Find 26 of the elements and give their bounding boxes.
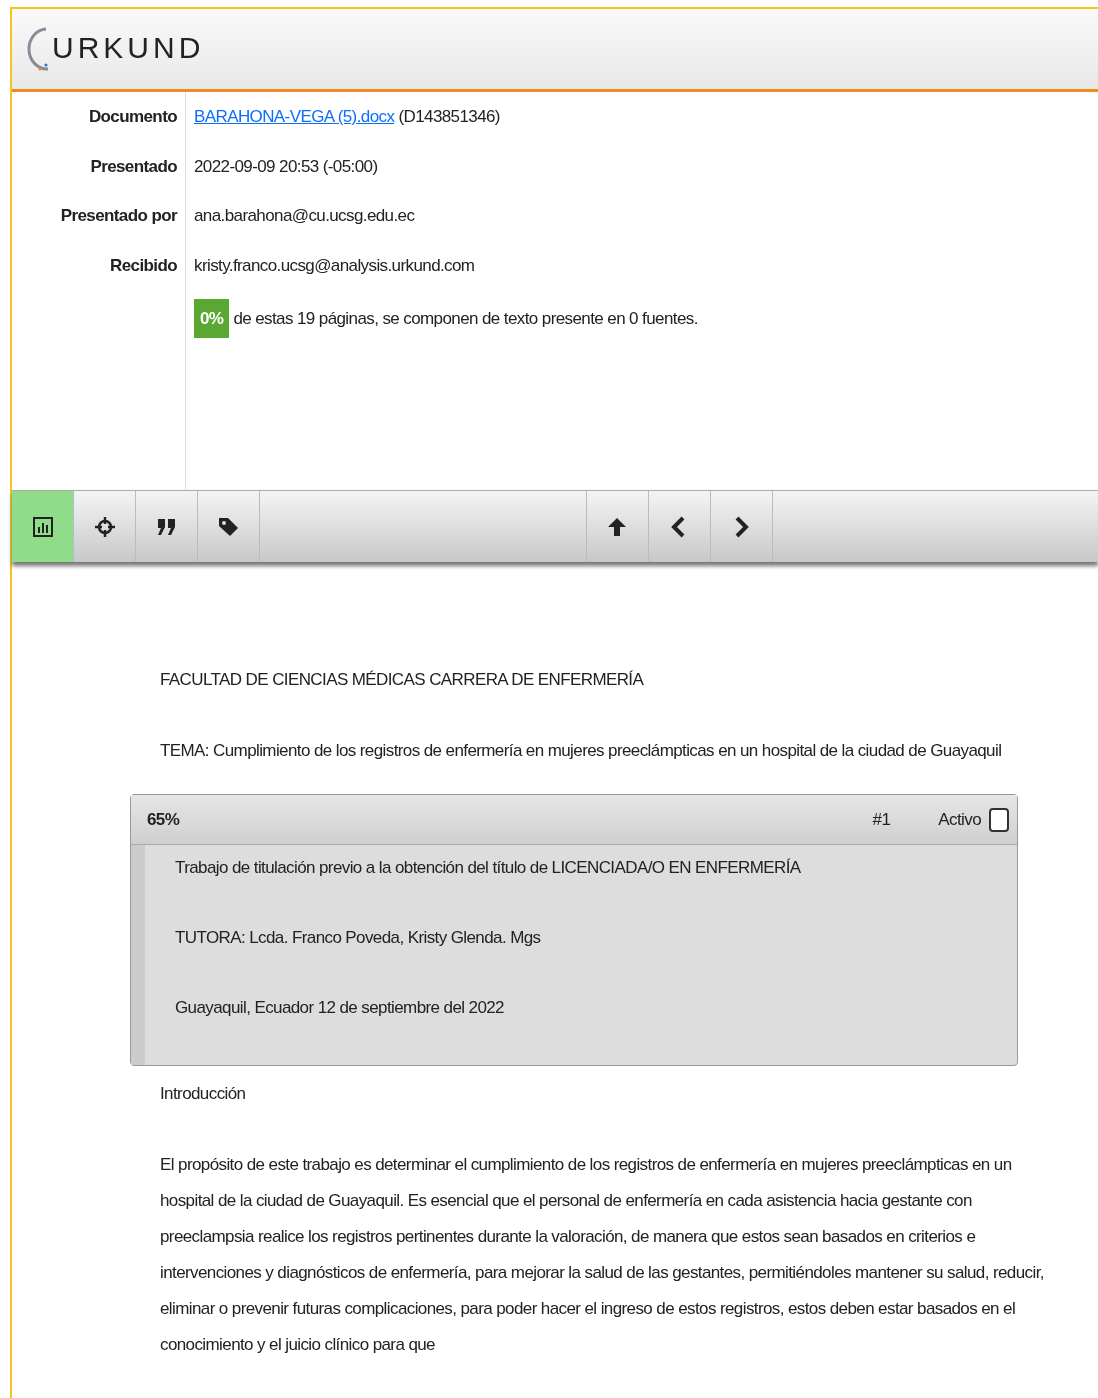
matched-text: TUTORA: Lcda. Franco Poveda, Kristy Glenda. Mgs <box>175 927 542 949</box>
paragraph: Introducción <box>160 1083 247 1105</box>
crosshair-icon <box>92 514 117 539</box>
field-value: ana.barahona@cu.ucsg.edu.ec <box>194 206 415 225</box>
matched-text: Guayaquil, Ecuador 12 de septiembre del 2022 <box>175 997 505 1019</box>
toolbar-button[interactable] <box>12 491 74 562</box>
paragraph: El propósito de este trabajo es determinar el cumplimiento de los registros de enfermería en mujeres preeclámpticas en un hospital de la ciudad de Guayaquil. Es esencial que el personal de enfermería en cada asistencia hacia gestante con preeclampsia realice los registros pertinentes durante la valoración, de manera que estos sean basados en criterios e intervenciones y diagnósticos de enfermería, para mejorar la salud de las gestantes, permitiéndoles mantener su salud, reducir, eliminar o prevenir futuras complicaciones, para poder hacer el ingreso de estos registros, estos deben estar basados en el conocimiento y el juicio clínico para que <box>160 1154 1045 1356</box>
field-value: kristy.franco.ucsg@analysis.urkund.com <box>194 255 475 275</box>
field-label: Presentado <box>89 155 177 178</box>
active-label: Activo <box>938 808 981 831</box>
chart-icon <box>30 514 55 539</box>
paragraph: TEMA: Cumplimiento de los registros de enfermería en mujeres preeclámpticas en un hospital de la ciudad de Guayaquil <box>160 740 1003 762</box>
match-number: #1 <box>872 808 891 831</box>
field-label: Documento <box>87 106 177 128</box>
match-percent: 65% <box>147 808 180 831</box>
document-id: (D143851346) <box>397 107 500 126</box>
paragraph: FACULTAD DE CIENCIAS MÉDICAS CARRERA DE ENFERMERÍA <box>160 669 645 691</box>
logo: URKUND <box>26 25 205 73</box>
summary-text: de estas 19 páginas, se componen de texto presente en 0 fuentes. <box>233 309 698 328</box>
field-value: 2022-09-09 20:53 (-05:00) <box>194 156 378 176</box>
active-checkbox[interactable] <box>989 807 1009 832</box>
document-link[interactable]: BARAHONA-VEGA (5).docx <box>194 107 395 126</box>
field-label: Recibido <box>109 254 177 277</box>
match-percent-badge: 0% <box>194 299 230 338</box>
matched-text: Trabajo de titulación previo a la obtención del título de LICENCIADA/O EN ENFERMERÍA <box>175 857 802 879</box>
field-label: Presentado por <box>59 205 177 227</box>
